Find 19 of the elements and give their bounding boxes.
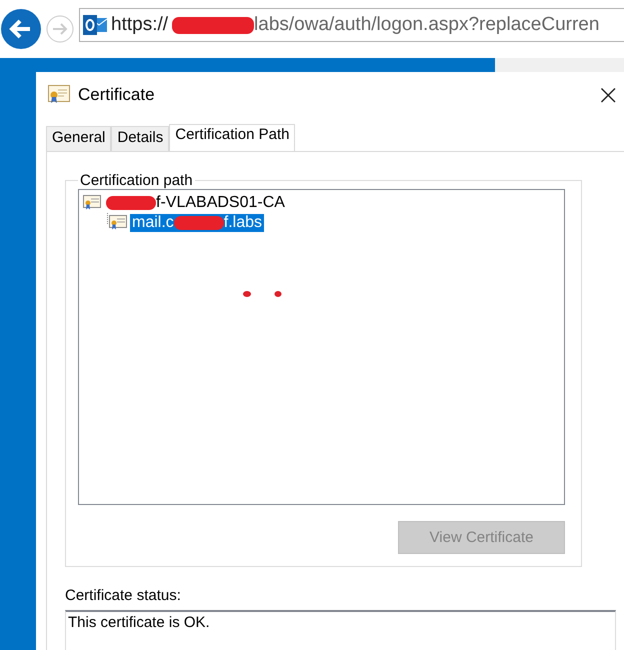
back-button[interactable]: [1, 9, 41, 49]
address-bar[interactable]: https:// labs/owa/auth/logon.aspx?replaceCurren: [79, 8, 624, 42]
certificate-icon: [48, 85, 70, 105]
tree-item[interactable]: mail.c f.labs: [130, 214, 264, 232]
certificate-icon: [83, 195, 101, 211]
tab[interactable]: General: [46, 126, 112, 151]
mail-app-icon: [83, 14, 107, 36]
tree-item[interactable]: f-VLABADS01-CA: [104, 194, 287, 212]
certificate-icon: [109, 215, 127, 231]
url-text: https://: [111, 14, 168, 36]
tab[interactable]: Details: [111, 126, 170, 151]
group-title: Certification path: [79, 172, 194, 189]
status-field: This certificate is OK.: [65, 610, 616, 650]
close-button[interactable]: ×: [596, 81, 620, 109]
url-path-text: labs/owa/auth/logon.aspx?replaceCurren: [254, 14, 600, 36]
status-label: Certificate status:: [65, 587, 182, 604]
tab[interactable]: Certification Path: [169, 124, 296, 151]
window-title: Certificate: [78, 85, 156, 105]
dot-marks-drawing: [243, 290, 283, 298]
